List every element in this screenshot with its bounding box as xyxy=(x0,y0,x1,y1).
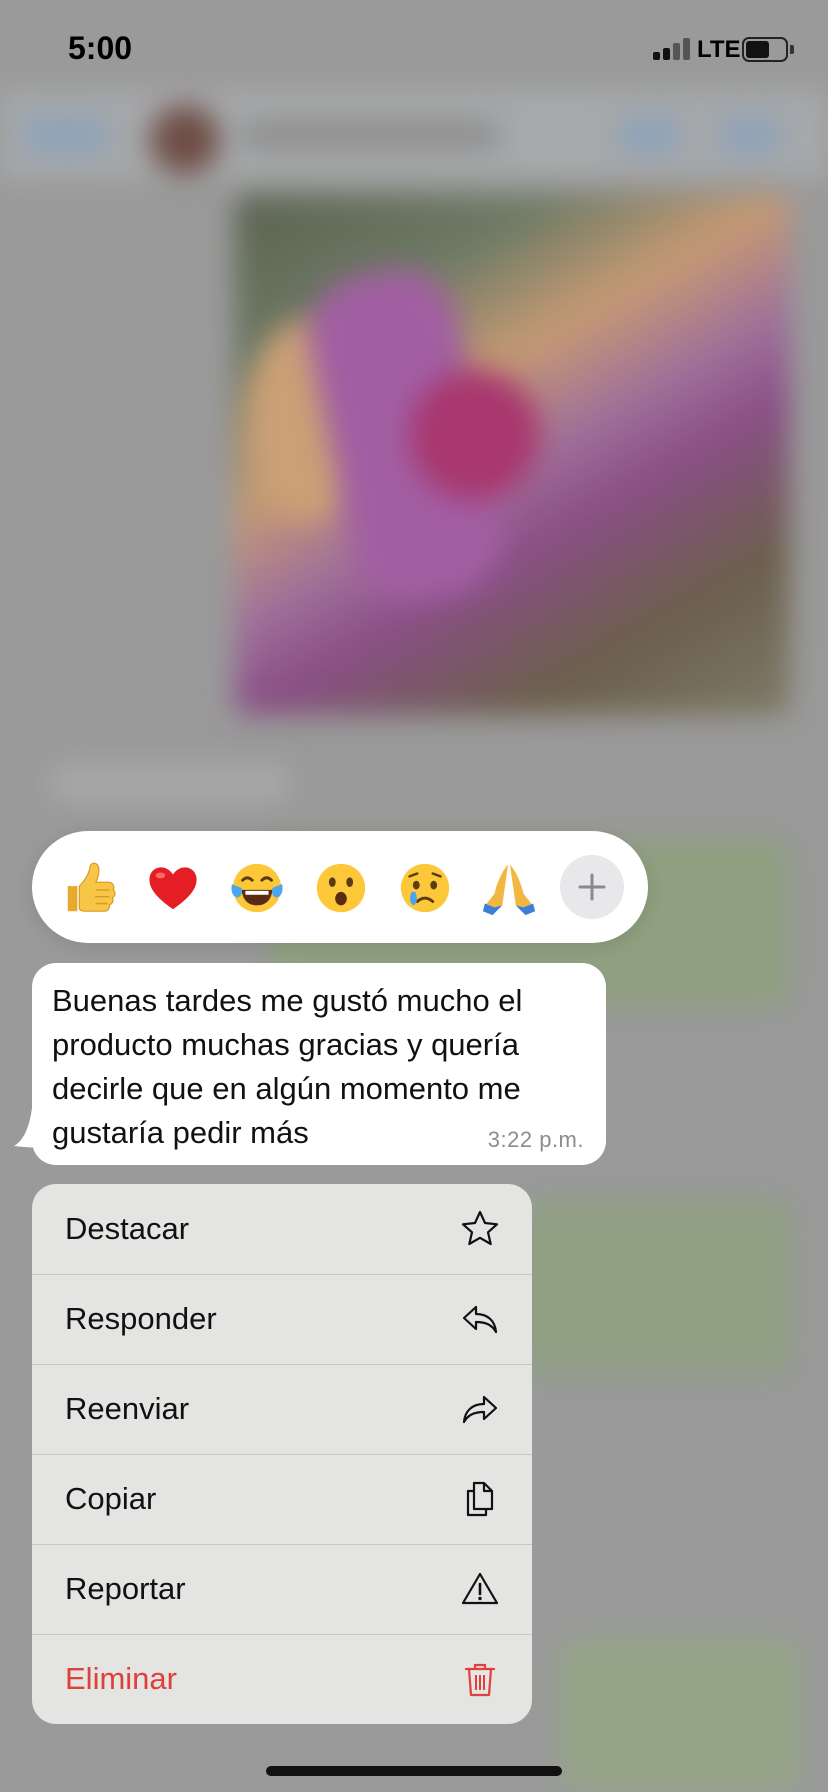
message-bubble[interactable]: Buenas tardes me gustó mucho el producto… xyxy=(32,963,606,1165)
crying-face-icon xyxy=(400,863,450,913)
forward-icon xyxy=(460,1389,500,1429)
tears-of-joy-reaction[interactable] xyxy=(226,857,288,919)
thumbs-up-reaction[interactable] xyxy=(58,857,120,919)
star-icon xyxy=(460,1209,500,1249)
trash-icon xyxy=(460,1659,500,1699)
copy-icon xyxy=(460,1479,500,1519)
folded-hands-reaction[interactable] xyxy=(478,857,540,919)
face-with-tears-of-joy-icon xyxy=(231,863,283,913)
folded-hands-icon xyxy=(482,864,536,916)
menu-item-label: Destacar xyxy=(65,1211,190,1246)
menu-item-label: Reenviar xyxy=(65,1391,190,1426)
open-mouth-reaction[interactable] xyxy=(310,857,372,919)
more-reactions-button[interactable] xyxy=(560,855,624,919)
reply-icon xyxy=(460,1299,500,1339)
face-with-open-mouth-icon xyxy=(316,863,366,913)
thumbs-up-icon xyxy=(67,862,116,912)
battery-icon xyxy=(742,37,794,62)
menu-item-label: Responder xyxy=(65,1301,217,1336)
plus-icon xyxy=(578,873,606,901)
status-time: 5:00 xyxy=(68,30,133,66)
status-bar: 5:00 LTE xyxy=(0,0,828,100)
red-heart-icon xyxy=(149,867,197,910)
reaction-bar xyxy=(32,831,648,943)
menu-item-responder[interactable]: Responder xyxy=(32,1274,532,1364)
warning-icon xyxy=(460,1569,500,1609)
menu-item-label: Copiar xyxy=(65,1481,157,1516)
menu-item-eliminar[interactable]: Eliminar xyxy=(32,1634,532,1724)
message-context-menu: Destacar Responder Reenviar Copiar Repor… xyxy=(32,1184,532,1724)
menu-item-label: Eliminar xyxy=(65,1661,177,1696)
crying-face-reaction[interactable] xyxy=(394,857,456,919)
red-heart-reaction[interactable] xyxy=(142,857,204,919)
menu-item-label: Reportar xyxy=(65,1571,186,1606)
menu-item-reportar[interactable]: Reportar xyxy=(32,1544,532,1634)
cellular-signal-icon xyxy=(653,38,691,60)
network-type: LTE xyxy=(697,36,741,63)
menu-item-destacar[interactable]: Destacar xyxy=(32,1184,532,1274)
menu-item-reenviar[interactable]: Reenviar xyxy=(32,1364,532,1454)
home-indicator[interactable] xyxy=(266,1766,562,1776)
message-timestamp: 3:22 p.m. xyxy=(487,1127,584,1152)
menu-item-copiar[interactable]: Copiar xyxy=(32,1454,532,1544)
